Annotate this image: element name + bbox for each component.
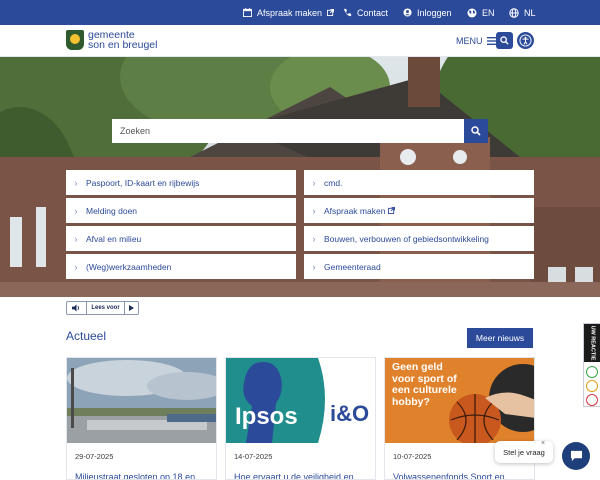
contact-label: Contact bbox=[357, 7, 389, 18]
quick-link-appointment[interactable]: › Afspraak maken bbox=[304, 198, 534, 223]
quick-link-cmd[interactable]: › cmd. bbox=[304, 170, 534, 195]
quick-link-label: Melding doen bbox=[86, 205, 138, 216]
login-label: Inloggen bbox=[417, 7, 452, 18]
news-card-title: Hoe ervaart u de veiligheid en bbox=[234, 472, 354, 480]
coat-of-arms-icon bbox=[66, 30, 84, 50]
news-section-title: Actueel bbox=[66, 329, 107, 343]
chevron-right-icon: › bbox=[312, 205, 316, 216]
search-submit-button[interactable] bbox=[464, 119, 488, 143]
municipality-logo[interactable]: gemeente son en breugel bbox=[66, 30, 157, 50]
news-card-image: Ipsos i&O bbox=[226, 358, 375, 443]
quick-link-roadworks[interactable]: › (Weg)werkzaamheden bbox=[66, 254, 296, 279]
top-utility-bar: Afspraak maken Contact Inloggen EN NL bbox=[0, 0, 600, 25]
chevron-right-icon: › bbox=[74, 177, 78, 188]
calendar-icon bbox=[243, 8, 252, 17]
promo-text: Geen geld voor sport of een culturele ho… bbox=[392, 361, 457, 408]
happy-face-icon[interactable] bbox=[586, 366, 598, 378]
quick-link-label: Paspoort, ID-kaart en rijbewijs bbox=[86, 177, 200, 188]
quick-link-label: Afspraak maken bbox=[324, 205, 386, 216]
neutral-face-icon[interactable] bbox=[586, 380, 598, 392]
feedback-tab[interactable]: UW REACTIE bbox=[584, 324, 600, 362]
contact-link[interactable]: Contact bbox=[343, 0, 388, 25]
chevron-right-icon: › bbox=[74, 233, 78, 244]
chevron-right-icon: › bbox=[74, 261, 78, 272]
header-search-button[interactable] bbox=[496, 32, 513, 49]
readspeaker-widget[interactable]: Lees voor bbox=[66, 301, 139, 315]
feedback-label: UW REACTIE bbox=[589, 325, 595, 361]
chevron-right-icon: › bbox=[312, 177, 316, 188]
news-card-title: Milieustraat gesloten op 18 en bbox=[75, 472, 196, 480]
readspeaker-label: Lees voor bbox=[91, 305, 120, 311]
menu-button[interactable]: MENU bbox=[456, 36, 496, 46]
ipsos-logo-text: Ipsos bbox=[235, 403, 298, 430]
quick-link-passport[interactable]: › Paspoort, ID-kaart en rijbewijs bbox=[66, 170, 296, 195]
chevron-right-icon: › bbox=[74, 205, 78, 216]
chevron-right-icon: › bbox=[312, 261, 316, 272]
chat-icon bbox=[570, 450, 582, 462]
news-card-image: Geen geld voor sport of een culturele ho… bbox=[385, 358, 534, 443]
phone-icon bbox=[343, 8, 352, 17]
globe-icon bbox=[509, 7, 519, 18]
news-card[interactable]: Ipsos i&O 14-07-2025 Hoe ervaart u de ve… bbox=[225, 357, 376, 480]
external-link-icon bbox=[327, 9, 335, 16]
news-card-date: 14-07-2025 bbox=[234, 452, 273, 461]
language-nl-link[interactable]: NL bbox=[509, 0, 536, 25]
menu-label: MENU bbox=[456, 36, 483, 46]
quick-link-label: (Weg)werkzaamheden bbox=[86, 261, 172, 272]
logo-line-2: son en breugel bbox=[88, 39, 158, 51]
quick-link-label: Bouwen, verbouwen of gebiedsontwikkeling bbox=[324, 233, 489, 244]
globe-icon bbox=[467, 8, 477, 17]
speaker-icon bbox=[67, 302, 87, 314]
news-card[interactable]: 29-07-2025 Milieustraat gesloten op 18 e… bbox=[66, 357, 217, 480]
quick-link-council[interactable]: › Gemeenteraad bbox=[304, 254, 534, 279]
site-header: gemeente son en breugel MENU bbox=[0, 25, 600, 57]
accessibility-button[interactable] bbox=[517, 32, 534, 49]
language-en-link[interactable]: EN bbox=[467, 0, 495, 25]
quick-link-label: Gemeenteraad bbox=[324, 261, 381, 272]
promo-line: een culturele bbox=[392, 384, 457, 396]
login-link[interactable]: Inloggen bbox=[403, 0, 452, 25]
io-logo-text: i&O bbox=[330, 401, 370, 426]
news-card-title: Volwassenenfonds Sport en bbox=[393, 472, 505, 480]
quick-link-label: Afval en milieu bbox=[86, 233, 142, 244]
appointment-link[interactable]: Afspraak maken bbox=[243, 0, 335, 25]
sad-face-icon[interactable] bbox=[586, 394, 598, 406]
more-news-button[interactable]: Meer nieuws bbox=[467, 328, 533, 348]
accessibility-icon bbox=[519, 34, 532, 47]
quick-link-building[interactable]: › Bouwen, verbouwen of gebiedsontwikkeli… bbox=[304, 226, 534, 251]
quick-link-label: cmd. bbox=[324, 177, 343, 188]
chevron-right-icon: › bbox=[312, 233, 316, 244]
quick-link-report[interactable]: › Melding doen bbox=[66, 198, 296, 223]
external-link-icon bbox=[388, 207, 396, 214]
hero-banner: › Paspoort, ID-kaart en rijbewijs › cmd.… bbox=[0, 57, 600, 297]
search-input[interactable] bbox=[112, 119, 464, 143]
hamburger-icon bbox=[486, 37, 496, 45]
chat-button[interactable] bbox=[562, 442, 590, 470]
logo-text: gemeente son en breugel bbox=[88, 30, 158, 51]
appointment-label: Afspraak maken bbox=[257, 7, 323, 18]
play-icon[interactable] bbox=[124, 302, 138, 314]
language-en-label: EN bbox=[482, 7, 495, 18]
language-nl-label: NL bbox=[524, 7, 536, 18]
search-icon bbox=[471, 126, 481, 136]
promo-line: Geen geld bbox=[392, 361, 443, 373]
news-card-date: 29-07-2025 bbox=[75, 452, 114, 461]
user-icon bbox=[403, 8, 412, 17]
chat-close-icon[interactable]: × bbox=[541, 440, 545, 447]
search-bar bbox=[112, 119, 488, 143]
news-card-image bbox=[67, 358, 216, 443]
feedback-widget[interactable]: UW REACTIE bbox=[583, 323, 600, 407]
search-icon bbox=[500, 36, 509, 45]
news-card-date: 10-07-2025 bbox=[393, 452, 432, 461]
promo-line: hobby? bbox=[392, 395, 430, 408]
quick-link-waste[interactable]: › Afval en milieu bbox=[66, 226, 296, 251]
